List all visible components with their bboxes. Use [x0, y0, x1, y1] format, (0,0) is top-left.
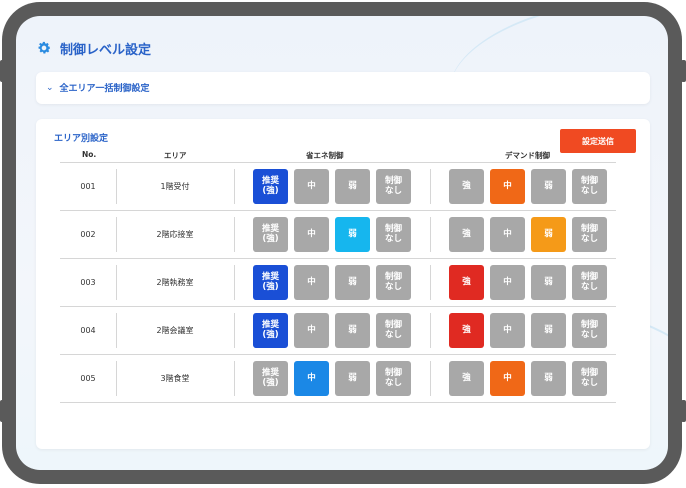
- demand-level-button[interactable]: 中: [490, 217, 525, 252]
- demand-level-button[interactable]: 制御 なし: [572, 265, 607, 300]
- eco-control-group: 推奨 (強) 中弱制御 なし: [253, 361, 411, 396]
- demand-level-button[interactable]: 制御 なし: [572, 217, 607, 252]
- eco-level-button[interactable]: 推奨 (強): [253, 313, 288, 348]
- eco-level-button[interactable]: 推奨 (強): [253, 361, 288, 396]
- column-divider: [234, 169, 235, 204]
- demand-level-button[interactable]: 制御 なし: [572, 169, 607, 204]
- demand-level-button[interactable]: 弱: [531, 361, 566, 396]
- section-title: エリア別設定: [54, 134, 109, 144]
- demand-level-button[interactable]: 強: [449, 313, 484, 348]
- column-divider: [430, 217, 431, 252]
- table-row: 005 3階食堂 推奨 (強) 中弱制御 なし強中弱制御 なし: [60, 354, 616, 403]
- eco-level-button[interactable]: 中: [294, 217, 329, 252]
- column-header-eco: 省エネ制御: [306, 151, 344, 160]
- table-row: 001 1階受付 推奨 (強) 中弱制御 なし強中弱制御 なし: [60, 162, 616, 210]
- area-name: 2階応接室: [156, 230, 194, 239]
- eco-level-button[interactable]: 制御 なし: [376, 361, 411, 396]
- device-side-button: [0, 60, 5, 82]
- eco-control-group: 推奨 (強) 中弱制御 なし: [253, 265, 411, 300]
- device-side-button: [681, 400, 686, 422]
- app-screen: 制御レベル設定 ⌄ 全エリア一括制御設定 エリア別設定 設定送信 No. エリア…: [16, 16, 668, 470]
- table-row: 004 2階会議室 推奨 (強) 中弱制御 なし強中弱制御 なし: [60, 306, 616, 354]
- demand-level-button[interactable]: 強: [449, 265, 484, 300]
- column-divider: [430, 313, 431, 348]
- demand-level-button[interactable]: 中: [490, 313, 525, 348]
- area-settings-card: エリア別設定 設定送信 No. エリア 省エネ制御 デマンド制御 001 1階受付…: [36, 119, 650, 449]
- demand-control-group: 強中弱制御 なし: [449, 169, 607, 204]
- eco-level-button[interactable]: 弱: [335, 313, 370, 348]
- column-divider: [430, 361, 431, 396]
- eco-level-button[interactable]: 推奨 (強): [253, 169, 288, 204]
- area-name: 2階執務室: [156, 278, 194, 287]
- row-number: 005: [80, 374, 96, 383]
- row-number: 004: [80, 326, 96, 335]
- bulk-settings-toggle[interactable]: ⌄ 全エリア一括制御設定: [46, 81, 150, 95]
- eco-level-button[interactable]: 推奨 (強): [253, 265, 288, 300]
- eco-control-group: 推奨 (強) 中弱制御 なし: [253, 313, 411, 348]
- column-header-no: No.: [82, 150, 97, 159]
- page-header: 制御レベル設定: [36, 37, 151, 59]
- demand-level-button[interactable]: 中: [490, 265, 525, 300]
- eco-level-button[interactable]: 中: [294, 313, 329, 348]
- column-divider: [430, 169, 431, 204]
- demand-control-group: 強中弱制御 なし: [449, 265, 607, 300]
- row-number: 002: [80, 230, 96, 239]
- eco-level-button[interactable]: 制御 なし: [376, 169, 411, 204]
- eco-level-button[interactable]: 制御 なし: [376, 265, 411, 300]
- column-divider: [234, 217, 235, 252]
- demand-control-group: 強中弱制御 なし: [449, 313, 607, 348]
- device-side-button: [0, 400, 5, 422]
- area-name: 1階受付: [160, 182, 190, 191]
- row-number: 003: [80, 278, 96, 287]
- area-name: 2階会議室: [156, 326, 194, 335]
- demand-level-button[interactable]: 中: [490, 169, 525, 204]
- eco-level-button[interactable]: 弱: [335, 217, 370, 252]
- column-divider: [430, 265, 431, 300]
- column-divider: [234, 361, 235, 396]
- device-side-button: [681, 60, 686, 82]
- demand-level-button[interactable]: 弱: [531, 169, 566, 204]
- eco-level-button[interactable]: 制御 なし: [376, 217, 411, 252]
- demand-level-button[interactable]: 強: [449, 217, 484, 252]
- eco-level-button[interactable]: 推奨 (強): [253, 217, 288, 252]
- area-table: 001 1階受付 推奨 (強) 中弱制御 なし強中弱制御 なし 002 2階応接室 推奨 (…: [60, 162, 616, 403]
- demand-level-button[interactable]: 強: [449, 361, 484, 396]
- demand-level-button[interactable]: 弱: [531, 217, 566, 252]
- demand-level-button[interactable]: 強: [449, 169, 484, 204]
- column-divider: [234, 313, 235, 348]
- gear-icon: [38, 41, 51, 54]
- eco-control-group: 推奨 (強) 中弱制御 なし: [253, 217, 411, 252]
- column-header-demand: デマンド制御: [505, 151, 550, 160]
- area-name: 3階食堂: [160, 374, 190, 383]
- demand-level-button[interactable]: 制御 なし: [572, 313, 607, 348]
- column-divider: [234, 265, 235, 300]
- eco-control-group: 推奨 (強) 中弱制御 なし: [253, 169, 411, 204]
- eco-level-button[interactable]: 中: [294, 265, 329, 300]
- eco-level-button[interactable]: 弱: [335, 169, 370, 204]
- send-settings-button[interactable]: 設定送信: [560, 129, 636, 153]
- demand-level-button[interactable]: 弱: [531, 313, 566, 348]
- demand-control-group: 強中弱制御 なし: [449, 361, 607, 396]
- row-number: 001: [80, 182, 96, 191]
- column-header-area: エリア: [164, 151, 187, 160]
- eco-level-button[interactable]: 中: [294, 361, 329, 396]
- demand-level-button[interactable]: 弱: [531, 265, 566, 300]
- bulk-settings-card: ⌄ 全エリア一括制御設定: [36, 72, 650, 104]
- eco-level-button[interactable]: 中: [294, 169, 329, 204]
- eco-level-button[interactable]: 制御 なし: [376, 313, 411, 348]
- page-title: 制御レベル設定: [60, 42, 152, 58]
- eco-level-button[interactable]: 弱: [335, 265, 370, 300]
- chevron-down-icon: ⌄: [46, 82, 54, 93]
- bulk-settings-label: 全エリア一括制御設定: [59, 84, 150, 94]
- demand-level-button[interactable]: 制御 なし: [572, 361, 607, 396]
- demand-level-button[interactable]: 中: [490, 361, 525, 396]
- demand-control-group: 強中弱制御 なし: [449, 217, 607, 252]
- eco-level-button[interactable]: 弱: [335, 361, 370, 396]
- table-row: 003 2階執務室 推奨 (強) 中弱制御 なし強中弱制御 なし: [60, 258, 616, 306]
- table-row: 002 2階応接室 推奨 (強) 中弱制御 なし強中弱制御 なし: [60, 210, 616, 258]
